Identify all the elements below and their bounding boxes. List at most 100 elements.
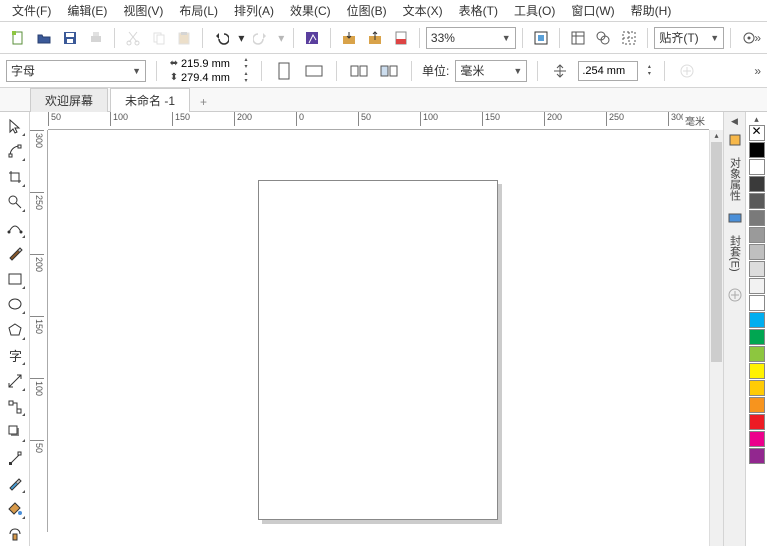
color-swatch[interactable] xyxy=(749,244,765,260)
show-grid-button[interactable] xyxy=(591,26,615,50)
color-swatch[interactable] xyxy=(749,261,765,277)
search-content-button[interactable] xyxy=(300,26,324,50)
add-tab-button[interactable]: + xyxy=(192,93,215,111)
parallel-dimension-tool[interactable] xyxy=(3,369,27,393)
transparency-tool[interactable] xyxy=(3,446,27,470)
text-tool[interactable]: 字 xyxy=(3,344,27,368)
canvas[interactable] xyxy=(48,130,709,546)
docker-envelope[interactable]: 封套(E) xyxy=(727,231,743,276)
docker-add-icon[interactable] xyxy=(726,286,744,304)
docker-expand-icon[interactable]: ◀ xyxy=(731,116,738,127)
show-guidelines-button[interactable] xyxy=(617,26,641,50)
color-swatch[interactable] xyxy=(749,312,765,328)
nudge-input[interactable] xyxy=(578,61,638,81)
color-swatch[interactable] xyxy=(749,363,765,379)
shape-tool[interactable] xyxy=(3,140,27,164)
landscape-button[interactable] xyxy=(302,59,326,83)
menu-text[interactable]: 文本(X) xyxy=(395,0,451,21)
zoom-tool[interactable] xyxy=(3,191,27,215)
toolbar-overflow[interactable]: » xyxy=(754,31,761,45)
color-swatch[interactable] xyxy=(749,176,765,192)
height-spinner[interactable]: ▴▾ xyxy=(241,71,251,85)
undo-dropdown[interactable]: ▾ xyxy=(235,26,247,50)
portrait-button[interactable] xyxy=(272,59,296,83)
current-page-button[interactable] xyxy=(377,59,401,83)
color-swatch[interactable] xyxy=(749,346,765,362)
page-size-combo[interactable]: 字母 ▼ xyxy=(6,60,146,82)
snap-to-combo[interactable]: 贴齐(T) ▼ xyxy=(654,27,724,49)
color-swatch[interactable] xyxy=(749,142,765,158)
redo-button[interactable] xyxy=(249,26,273,50)
artistic-media-tool[interactable] xyxy=(3,242,27,266)
import-button[interactable] xyxy=(337,26,361,50)
menu-table[interactable]: 表格(T) xyxy=(451,0,506,21)
interactive-fill-tool[interactable] xyxy=(3,497,27,521)
menu-arrange[interactable]: 排列(A) xyxy=(226,0,282,21)
fullscreen-preview-button[interactable] xyxy=(529,26,553,50)
crop-tool[interactable] xyxy=(3,165,27,189)
freehand-tool[interactable] xyxy=(3,216,27,240)
menu-tools[interactable]: 工具(O) xyxy=(506,0,563,21)
color-swatch[interactable] xyxy=(749,227,765,243)
menu-file[interactable]: 文件(F) xyxy=(4,0,59,21)
docker-object-properties[interactable]: 对象属性 xyxy=(727,153,743,205)
color-swatch[interactable] xyxy=(749,193,765,209)
color-swatch[interactable] xyxy=(749,397,765,413)
page-height-input[interactable] xyxy=(181,71,241,85)
tab-welcome[interactable]: 欢迎屏幕 xyxy=(30,88,108,112)
copy-button[interactable] xyxy=(147,26,171,50)
menu-layout[interactable]: 布局(L) xyxy=(171,0,226,21)
eyedropper-tool[interactable] xyxy=(3,471,27,495)
cut-button[interactable] xyxy=(121,26,145,50)
open-button[interactable] xyxy=(32,26,56,50)
units-combo[interactable]: 毫米 ▼ xyxy=(455,60,527,82)
all-pages-button[interactable] xyxy=(347,59,371,83)
publish-pdf-button[interactable] xyxy=(389,26,413,50)
new-button[interactable] xyxy=(6,26,30,50)
menu-help[interactable]: 帮助(H) xyxy=(623,0,680,21)
redo-dropdown[interactable]: ▾ xyxy=(275,26,287,50)
pick-tool[interactable] xyxy=(3,114,27,138)
envelope-icon[interactable] xyxy=(726,209,744,227)
connector-tool[interactable] xyxy=(3,395,27,419)
color-swatch[interactable] xyxy=(749,414,765,430)
color-swatch[interactable] xyxy=(749,278,765,294)
color-swatch[interactable] xyxy=(749,159,765,175)
rectangle-tool[interactable] xyxy=(3,267,27,291)
ruler-vertical[interactable]: 30025020015010050 xyxy=(30,130,48,532)
menu-edit[interactable]: 编辑(E) xyxy=(59,0,115,21)
color-swatch[interactable] xyxy=(749,210,765,226)
menu-bitmap[interactable]: 位图(B) xyxy=(339,0,395,21)
menu-view[interactable]: 视图(V) xyxy=(115,0,171,21)
object-properties-icon[interactable] xyxy=(726,131,744,149)
color-swatch[interactable] xyxy=(749,329,765,345)
undo-button[interactable] xyxy=(209,26,233,50)
smart-fill-tool[interactable] xyxy=(3,523,27,546)
color-swatch[interactable] xyxy=(749,380,765,396)
drop-shadow-tool[interactable] xyxy=(3,420,27,444)
page-width-input[interactable] xyxy=(181,57,241,71)
menu-effects[interactable]: 效果(C) xyxy=(282,0,339,21)
vertical-scrollbar[interactable]: ▴ xyxy=(709,130,723,546)
scroll-thumb[interactable] xyxy=(711,142,722,362)
color-swatch[interactable] xyxy=(749,431,765,447)
tab-document[interactable]: 未命名 -1 xyxy=(110,88,190,112)
color-swatch[interactable] xyxy=(749,295,765,311)
zoom-level-combo[interactable]: 33% ▼ xyxy=(426,27,516,49)
color-swatch[interactable] xyxy=(749,448,765,464)
duplicate-distance-button[interactable] xyxy=(675,59,699,83)
ruler-horizontal[interactable]: 50100150200050100150200250300 xyxy=(48,112,709,130)
width-spinner[interactable]: ▴▾ xyxy=(241,57,251,71)
propbar-overflow[interactable]: » xyxy=(754,64,761,78)
save-button[interactable] xyxy=(58,26,82,50)
show-rulers-button[interactable] xyxy=(566,26,590,50)
export-button[interactable] xyxy=(363,26,387,50)
menu-window[interactable]: 窗口(W) xyxy=(563,0,622,21)
scroll-up-arrow[interactable]: ▴ xyxy=(710,130,723,142)
paste-button[interactable] xyxy=(173,26,197,50)
nudge-spinner[interactable]: ▴▾ xyxy=(644,64,654,78)
print-button[interactable] xyxy=(84,26,108,50)
polygon-tool[interactable] xyxy=(3,318,27,342)
color-swatch[interactable] xyxy=(749,125,765,141)
ellipse-tool[interactable] xyxy=(3,293,27,317)
